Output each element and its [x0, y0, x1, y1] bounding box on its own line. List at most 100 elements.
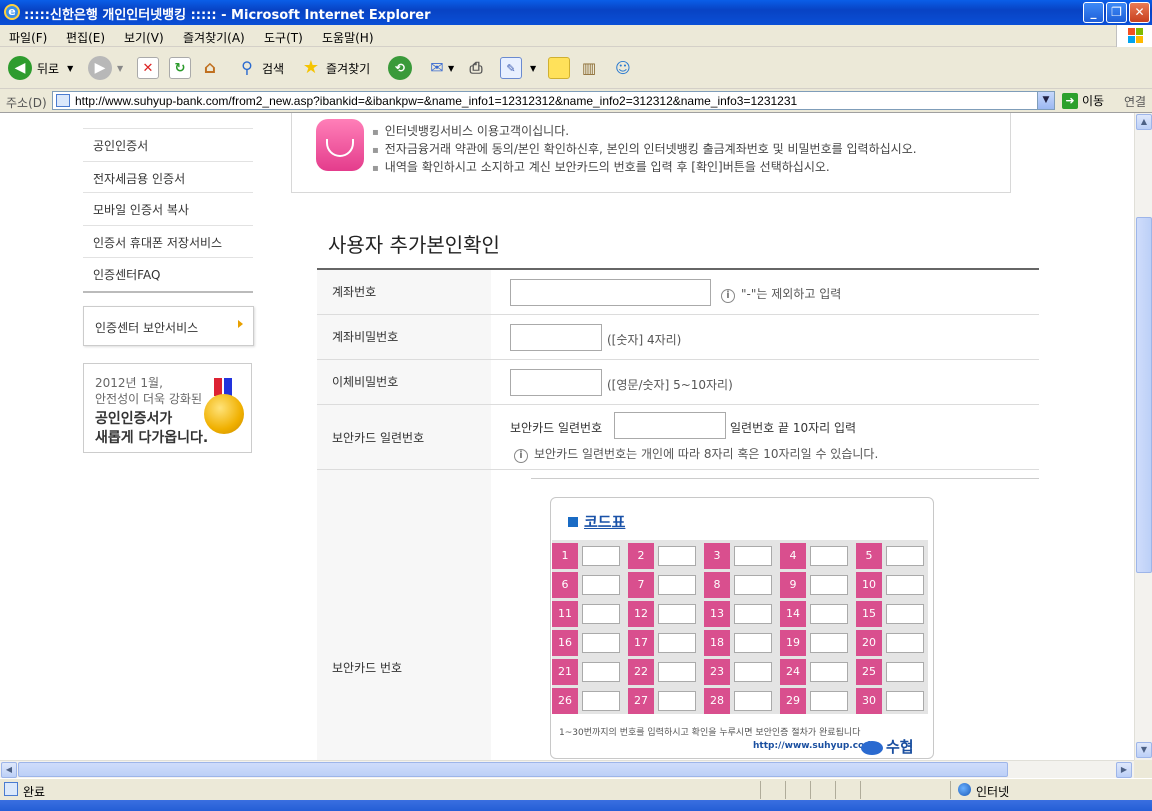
sidebar-item-mobile-copy[interactable]: 모바일 인증서 복사 [83, 193, 253, 226]
messenger-button[interactable]: ☺ [612, 55, 634, 81]
code-input[interactable] [658, 633, 696, 653]
code-table-title[interactable]: 코드표 [568, 511, 625, 532]
code-input[interactable] [582, 604, 620, 624]
edit-button[interactable]: ✎ ▼ [500, 55, 536, 81]
code-input[interactable] [582, 546, 620, 566]
vertical-scrollbar[interactable]: ▲ ▼ [1134, 113, 1152, 760]
code-input[interactable] [734, 633, 772, 653]
sidebar-item-phone-storage[interactable]: 인증서 휴대폰 저장서비스 [83, 226, 253, 258]
sidebar-item-certificate[interactable]: 공인인증서 [83, 129, 253, 162]
certificate-banner[interactable]: 2012년 1월, 안전성이 더욱 강화된 공인인증서가 새롭게 다가옵니다. [83, 363, 252, 453]
zone-text: 인터넷 [976, 785, 1010, 799]
code-input[interactable] [810, 691, 848, 711]
sidebar-item-faq[interactable]: 인증센터FAQ [83, 258, 253, 293]
code-cell: 24 [780, 659, 852, 685]
sidebar-item-label: 인증서 휴대폰 저장서비스 [93, 236, 223, 250]
scroll-up-icon[interactable]: ▲ [1136, 114, 1152, 130]
account-input[interactable] [510, 279, 711, 306]
stop-icon: ✕ [137, 57, 159, 79]
close-button[interactable]: ✕ [1129, 2, 1150, 23]
address-dropdown-icon[interactable]: ▼ [1037, 92, 1054, 109]
discuss-button[interactable] [548, 55, 570, 81]
refresh-button[interactable]: ↻ [169, 55, 191, 81]
print-button[interactable]: ⎙ [465, 55, 487, 81]
code-number: 16 [552, 630, 578, 656]
menu-help[interactable]: 도움말(H) [322, 29, 374, 46]
menu-tools[interactable]: 도구(T) [264, 29, 303, 46]
taskbar-edge [0, 800, 1152, 811]
suhyup-logo: 수협 [861, 736, 914, 757]
search-button[interactable]: ⚲ 검색 [236, 55, 284, 81]
code-number: 10 [856, 572, 882, 598]
code-input[interactable] [658, 662, 696, 682]
code-input[interactable] [810, 575, 848, 595]
code-input[interactable] [582, 633, 620, 653]
globe-icon [958, 783, 971, 796]
forward-arrow-icon: ▶ [88, 56, 112, 80]
forward-button[interactable]: ▶ ▼ [88, 55, 123, 81]
favorites-button[interactable]: ★ 즐겨찾기 [300, 55, 370, 81]
code-input[interactable] [734, 691, 772, 711]
scroll-right-icon[interactable]: ▶ [1116, 762, 1132, 778]
security-service-button[interactable]: 인증센터 보안서비스 [83, 306, 254, 346]
code-input[interactable] [886, 662, 924, 682]
scroll-down-icon[interactable]: ▼ [1136, 742, 1152, 758]
code-input[interactable] [810, 546, 848, 566]
horizontal-scroll-thumb[interactable] [18, 762, 1008, 777]
account-password-input[interactable] [510, 324, 602, 351]
maximize-button[interactable]: ❐ [1106, 2, 1127, 23]
code-input[interactable] [810, 633, 848, 653]
favorites-label: 즐겨찾기 [326, 61, 371, 76]
history-button[interactable]: ⟲ [388, 55, 412, 81]
code-input[interactable] [582, 575, 620, 595]
horizontal-scrollbar[interactable]: ◀ ▶ [0, 760, 1134, 778]
banner-line: 2012년 1월, [95, 376, 163, 390]
menu-edit[interactable]: 편집(E) [66, 29, 105, 46]
code-input[interactable] [886, 575, 924, 595]
account-password-hint: ([숫자] 4자리) [607, 333, 682, 347]
code-input[interactable] [658, 604, 696, 624]
research-button[interactable]: ▥ [578, 55, 600, 81]
account-label: 계좌번호 [332, 285, 377, 299]
code-input[interactable] [810, 604, 848, 624]
toolbar: ◀ 뒤로 ▼ ▶ ▼ ✕ ↻ ⌂ ⚲ 검색 ★ 즐겨찾기 ⟲ ✉ ▼ ⎙ ✎ ▼ ▥… [0, 47, 1152, 89]
scroll-left-icon[interactable]: ◀ [1, 762, 17, 778]
code-input[interactable] [886, 546, 924, 566]
code-input[interactable] [734, 662, 772, 682]
menu-file[interactable]: 파일(F) [9, 29, 47, 46]
code-input[interactable] [658, 546, 696, 566]
code-input[interactable] [886, 691, 924, 711]
home-button[interactable]: ⌂ [199, 55, 221, 81]
address-url[interactable]: http://www.suhyup-bank.com/from2_new.asp… [75, 94, 797, 108]
code-input[interactable] [658, 575, 696, 595]
search-icon: ⚲ [241, 58, 253, 77]
menu-view[interactable]: 보기(V) [124, 29, 164, 46]
code-input[interactable] [658, 691, 696, 711]
code-cell: 1 [552, 543, 624, 569]
stop-button[interactable]: ✕ [137, 55, 159, 81]
code-input[interactable] [734, 546, 772, 566]
mail-button[interactable]: ✉ ▼ [426, 55, 454, 81]
code-input[interactable] [734, 575, 772, 595]
sidebar-item-tax-certificate[interactable]: 전자세금용 인증서 [83, 162, 253, 193]
menu-favorites[interactable]: 즐겨찾기(A) [183, 29, 245, 46]
card-serial-input[interactable] [614, 412, 726, 439]
code-number: 11 [552, 601, 578, 627]
links-button[interactable]: 연결 [1124, 93, 1146, 110]
code-input[interactable] [582, 691, 620, 711]
address-input[interactable]: http://www.suhyup-bank.com/from2_new.asp… [52, 91, 1055, 110]
back-button[interactable]: ◀ 뒤로 ▼ [8, 55, 73, 81]
code-input[interactable] [734, 604, 772, 624]
vertical-scroll-thumb[interactable] [1136, 217, 1152, 573]
status-bar: 완료 인터넷 [0, 778, 1152, 800]
minimize-button[interactable]: _ [1083, 2, 1104, 23]
code-input[interactable] [582, 662, 620, 682]
code-input[interactable] [886, 604, 924, 624]
go-button[interactable]: ➜ 이동 [1062, 92, 1104, 109]
code-number: 5 [856, 543, 882, 569]
title-bar: e :::::신한은행 개인인터넷뱅킹 ::::: - Microsoft In… [0, 0, 1152, 25]
transfer-password-hint: ([영문/숫자] 5~10자리) [607, 378, 733, 392]
code-input[interactable] [810, 662, 848, 682]
transfer-password-input[interactable] [510, 369, 602, 396]
code-input[interactable] [886, 633, 924, 653]
